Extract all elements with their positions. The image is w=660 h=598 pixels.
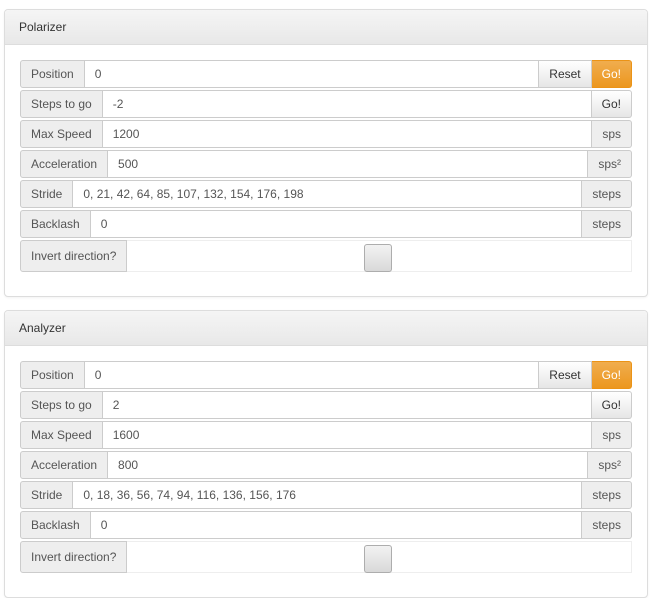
backlash-label: Backlash <box>20 210 91 238</box>
panel-title: Analyzer <box>5 311 647 346</box>
invert-container <box>127 541 632 573</box>
analyzer-panel: Analyzer Position Reset Go! Steps to go … <box>4 310 648 598</box>
steps-row: Steps to go Go! <box>20 90 632 118</box>
max-speed-unit: sps <box>592 421 632 449</box>
acceleration-input[interactable] <box>108 150 589 178</box>
steps-row: Steps to go Go! <box>20 391 632 419</box>
polarizer-panel: Polarizer Position Reset Go! Steps to go… <box>4 9 648 297</box>
backlash-unit: steps <box>582 210 632 238</box>
steps-to-go-label: Steps to go <box>20 391 103 419</box>
position-label: Position <box>20 361 85 389</box>
panel-title: Polarizer <box>5 10 647 45</box>
acceleration-label: Acceleration <box>20 451 109 479</box>
steps-go-button[interactable]: Go! <box>591 391 632 419</box>
acceleration-unit: sps² <box>588 150 632 178</box>
max-speed-row: Max Speed sps <box>20 120 632 148</box>
backlash-label: Backlash <box>20 511 91 539</box>
acceleration-label: Acceleration <box>20 150 109 178</box>
backlash-row: Backlash steps <box>20 511 632 539</box>
acceleration-unit: sps² <box>588 451 632 479</box>
position-label: Position <box>20 60 85 88</box>
stride-row: Stride steps <box>20 180 632 208</box>
invert-row: Invert direction? <box>20 240 632 272</box>
invert-direction-checkbox[interactable] <box>364 244 393 272</box>
stride-row: Stride steps <box>20 481 632 509</box>
steps-to-go-label: Steps to go <box>20 90 103 118</box>
max-speed-unit: sps <box>592 120 632 148</box>
reset-button[interactable]: Reset <box>539 361 592 389</box>
max-speed-label: Max Speed <box>20 421 103 449</box>
acceleration-input[interactable] <box>108 451 589 479</box>
invert-row: Invert direction? <box>20 541 632 573</box>
max-speed-label: Max Speed <box>20 120 103 148</box>
invert-direction-label: Invert direction? <box>20 541 128 573</box>
steps-go-button[interactable]: Go! <box>591 90 632 118</box>
acceleration-row: Acceleration sps² <box>20 451 632 479</box>
backlash-input[interactable] <box>90 511 583 539</box>
steps-to-go-input[interactable] <box>102 90 592 118</box>
stride-unit: steps <box>582 180 632 208</box>
stride-unit: steps <box>582 481 632 509</box>
invert-direction-label: Invert direction? <box>20 240 128 272</box>
invert-direction-checkbox[interactable] <box>364 545 393 573</box>
backlash-unit: steps <box>582 511 632 539</box>
position-row: Position Reset Go! <box>20 60 632 88</box>
acceleration-row: Acceleration sps² <box>20 150 632 178</box>
backlash-row: Backlash steps <box>20 210 632 238</box>
stride-input[interactable] <box>73 481 583 509</box>
position-go-button[interactable]: Go! <box>591 60 632 88</box>
stride-label: Stride <box>20 481 74 509</box>
position-input[interactable] <box>84 361 540 389</box>
max-speed-input[interactable] <box>102 120 593 148</box>
stride-label: Stride <box>20 180 74 208</box>
max-speed-input[interactable] <box>102 421 593 449</box>
invert-container <box>127 240 632 272</box>
position-input[interactable] <box>84 60 540 88</box>
position-row: Position Reset Go! <box>20 361 632 389</box>
steps-to-go-input[interactable] <box>102 391 592 419</box>
position-go-button[interactable]: Go! <box>591 361 632 389</box>
reset-button[interactable]: Reset <box>539 60 592 88</box>
backlash-input[interactable] <box>90 210 583 238</box>
stride-input[interactable] <box>73 180 583 208</box>
max-speed-row: Max Speed sps <box>20 421 632 449</box>
